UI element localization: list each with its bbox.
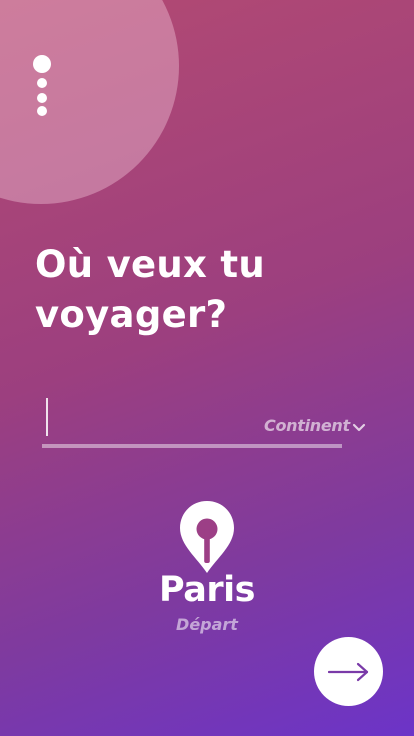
page-dot[interactable] <box>37 93 47 103</box>
page-dot[interactable] <box>37 106 47 116</box>
destination-search: Continent <box>42 393 365 449</box>
app-screen: Où veux tu voyager? Continent Paris Dépa… <box>0 0 414 736</box>
page-dot[interactable] <box>37 78 47 88</box>
page-title-line-2: voyager? <box>35 293 228 336</box>
continent-dropdown[interactable]: Continent <box>264 414 366 436</box>
destination-input[interactable] <box>42 393 257 441</box>
decorative-circle <box>0 0 179 204</box>
page-indicator[interactable] <box>32 55 52 117</box>
map-pin-icon <box>180 501 234 573</box>
page-dot-active[interactable] <box>33 55 51 73</box>
departure-location[interactable]: Paris Départ <box>107 500 307 640</box>
departure-city: Paris <box>159 570 255 610</box>
continent-label: Continent <box>264 415 350 435</box>
page-title-line-1: Où veux tu <box>35 243 266 286</box>
chevron-down-icon <box>352 423 365 432</box>
departure-caption: Départ <box>176 615 238 634</box>
text-caret <box>46 398 48 436</box>
arrow-right-icon <box>327 662 368 681</box>
search-underline <box>42 444 342 448</box>
next-button[interactable] <box>314 637 383 706</box>
page-title: Où veux tu voyager? <box>35 240 375 340</box>
